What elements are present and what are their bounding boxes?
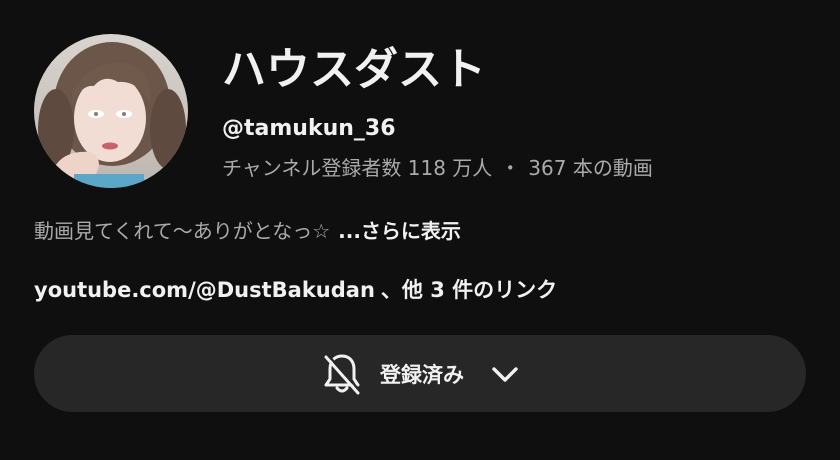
more-links-label[interactable]: 、他 3 件のリンク xyxy=(381,278,557,302)
channel-handle: @tamukun_36 xyxy=(222,116,396,141)
chevron-down-icon xyxy=(492,366,518,382)
video-count: 367 本の動画 xyxy=(528,156,653,180)
show-more-link[interactable]: ...さらに表示 xyxy=(338,219,461,243)
stats-separator: ・ xyxy=(500,156,521,180)
subscribed-button[interactable]: 登録済み xyxy=(34,335,806,412)
channel-link-url[interactable]: youtube.com/@DustBakudan xyxy=(34,278,375,302)
subscribed-label: 登録済み xyxy=(380,362,464,387)
bell-off-icon xyxy=(324,353,362,394)
avatar-image xyxy=(34,34,188,188)
channel-links[interactable]: youtube.com/@DustBakudan 、他 3 件のリンク xyxy=(34,273,557,307)
subscriber-count: チャンネル登録者数 118 万人 xyxy=(222,156,493,180)
channel-header: ハウスダスト @tamukun_36 チャンネル登録者数 118 万人・ 367 … xyxy=(0,0,840,460)
description-text: 動画見てくれて〜ありがとなっ☆ xyxy=(34,219,331,243)
channel-title: ハウスダスト xyxy=(222,44,486,95)
channel-stats: チャンネル登録者数 118 万人・ 367 本の動画 xyxy=(222,152,653,184)
channel-avatar[interactable] xyxy=(34,34,188,188)
channel-description[interactable]: 動画見てくれて〜ありがとなっ☆ ...さらに表示 xyxy=(34,214,461,248)
